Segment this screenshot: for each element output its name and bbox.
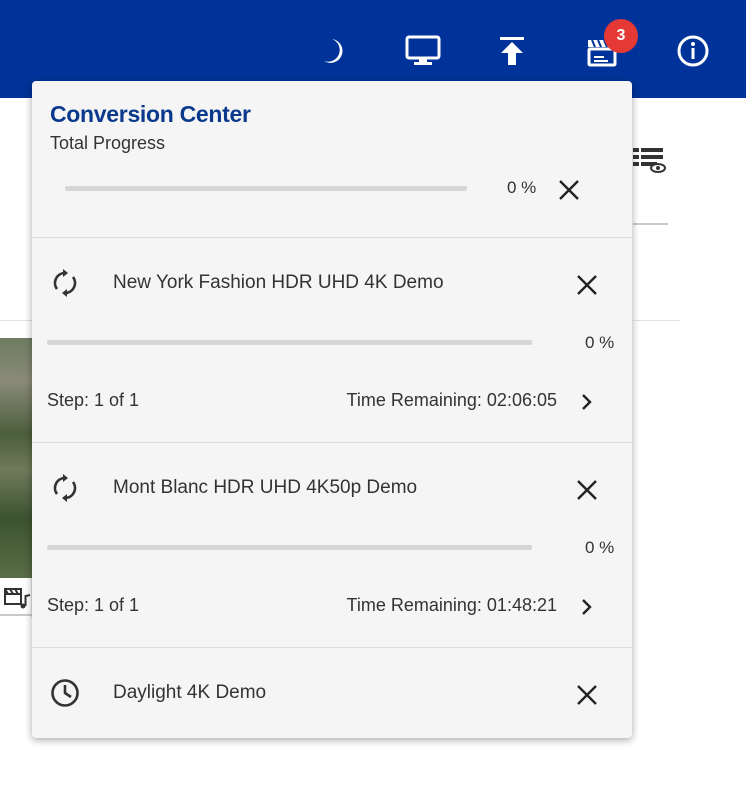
chevron-right-icon: [582, 599, 592, 615]
cancel-all-button[interactable]: [555, 176, 583, 204]
chevron-right-icon: [582, 394, 592, 410]
divider: [32, 442, 632, 443]
list-view-icon[interactable]: [633, 146, 667, 179]
info-icon[interactable]: [675, 33, 711, 69]
cancel-job-button[interactable]: [573, 476, 601, 504]
job-title: New York Fashion HDR UHD 4K Demo: [113, 272, 444, 293]
job-progress-bar: [47, 340, 532, 345]
sync-icon: [50, 473, 80, 503]
upload-icon[interactable]: [494, 33, 530, 69]
monitor-icon[interactable]: [405, 33, 441, 69]
close-icon: [577, 275, 597, 295]
moon-icon[interactable]: [315, 33, 351, 69]
clapperboard-music-icon: [4, 586, 32, 615]
divider: [32, 647, 632, 648]
job-progress-percent: 0 %: [585, 538, 615, 557]
job-step: Step: 1 of 1: [47, 595, 140, 615]
conversion-center-panel: Conversion Center Total Progress 0 % New…: [32, 81, 632, 738]
job-title: Mont Blanc HDR UHD 4K50p Demo: [113, 477, 418, 498]
clock-icon: [50, 678, 80, 708]
cancel-job-button[interactable]: [573, 271, 601, 299]
job-progress-percent: 0 %: [585, 333, 615, 352]
sync-icon: [50, 268, 80, 298]
divider: [32, 237, 632, 238]
media-thumbnail[interactable]: [0, 338, 32, 578]
notification-badge: 3: [604, 19, 638, 53]
background-divider: [633, 320, 680, 321]
background-divider: [0, 614, 32, 616]
cancel-job-button[interactable]: [573, 681, 601, 709]
close-icon: [577, 685, 597, 705]
job-progress-bar: [47, 545, 532, 550]
job-time-remaining: Time Remaining: 02:06:05: [346, 390, 557, 410]
close-icon: [577, 480, 597, 500]
job-details-button[interactable]: [576, 391, 598, 413]
total-progress-bar: [65, 186, 467, 191]
job-title: Daylight 4K Demo: [113, 682, 267, 703]
panel-title: Conversion Center: [50, 101, 251, 127]
job-step: Step: 1 of 1: [47, 390, 140, 410]
job-time-remaining: Time Remaining: 01:48:21: [346, 595, 557, 615]
job-details-button[interactable]: [576, 596, 598, 618]
background-divider: [633, 223, 668, 225]
total-progress-label: Total Progress: [50, 133, 166, 153]
background-divider: [0, 320, 32, 321]
total-progress-percent: 0 %: [507, 178, 537, 197]
close-icon: [559, 180, 579, 200]
